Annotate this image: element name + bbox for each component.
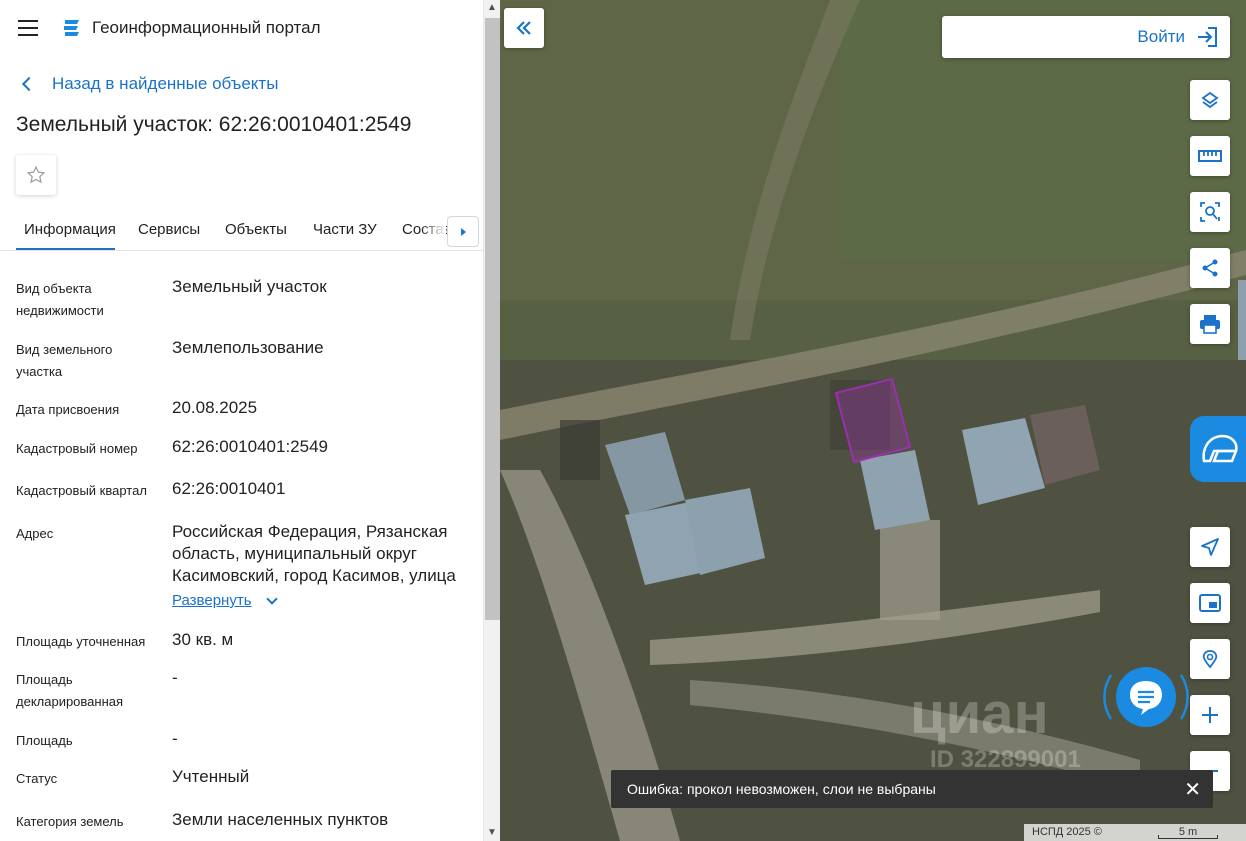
location-arrow-icon xyxy=(1201,538,1219,556)
tab-info[interactable]: Информация xyxy=(24,221,116,238)
field-label: Статус xyxy=(16,771,58,786)
field-value: Учтенный xyxy=(172,767,250,786)
login-icon xyxy=(1198,27,1217,47)
map-attribution: НСПД 2025 © 5 m xyxy=(1024,824,1246,841)
scrollbar-thumb[interactable] xyxy=(485,18,500,620)
attribution-text: НСПД 2025 © xyxy=(1032,826,1102,838)
search-location-icon xyxy=(1202,650,1218,669)
double-chevron-left-icon xyxy=(516,21,531,35)
collapse-panel-button[interactable] xyxy=(504,8,544,48)
field-label: Категория земель xyxy=(16,814,124,829)
share-icon xyxy=(1202,259,1218,277)
area-select-button[interactable] xyxy=(1190,192,1230,232)
search-location-button[interactable] xyxy=(1190,639,1230,679)
field-label: Вид объекта недвижимости xyxy=(16,281,104,318)
ruler-icon xyxy=(1198,150,1222,162)
tab-objects[interactable]: Объекты xyxy=(225,221,287,238)
layers-button[interactable] xyxy=(1190,80,1230,120)
field-value: 62:26:0010401:2549 xyxy=(172,437,328,456)
tabs-scroll-right-button[interactable] xyxy=(447,216,479,247)
field-label: Дата присвоения xyxy=(16,402,120,417)
error-message: Ошибка: прокол невозможен, слои не выбра… xyxy=(627,781,936,797)
navigate-button[interactable] xyxy=(1190,527,1230,567)
field-label: Кадастровый номер xyxy=(16,441,138,456)
error-toast: Ошибка: прокол невозможен, слои не выбра… xyxy=(611,770,1213,808)
share-button[interactable] xyxy=(1190,248,1230,288)
layers-icon xyxy=(1201,91,1219,109)
app-title: Геоинформационный портал xyxy=(92,18,321,37)
portal-logo-icon xyxy=(64,20,79,36)
field-value: Российская Федерация, Рязанская область,… xyxy=(172,521,472,612)
field-label: Вид земельного участка xyxy=(16,342,113,379)
panel-header: Геоинформационный портал xyxy=(0,0,484,56)
menu-icon[interactable] xyxy=(18,20,38,36)
measure-button[interactable] xyxy=(1190,136,1230,176)
field-label: Кадастровый квартал xyxy=(16,483,147,498)
tab-services[interactable]: Сервисы xyxy=(138,221,200,238)
field-label: Площадь xyxy=(16,733,73,748)
scroll-up-icon[interactable]: ▲ xyxy=(484,0,500,16)
field-value: - xyxy=(172,729,178,748)
page-title: Земельный участок: 62:26:0010401:2549 xyxy=(16,113,412,136)
minimap-button[interactable] xyxy=(1190,583,1230,623)
area-select-icon xyxy=(1200,202,1220,222)
field-value: Земельный участок xyxy=(172,277,327,296)
zoom-in-button[interactable] xyxy=(1190,695,1230,735)
zoom-in-icon xyxy=(1202,707,1218,723)
chat-button[interactable] xyxy=(1103,660,1189,734)
star-icon xyxy=(26,165,46,184)
field-row-address: Адрес Российская Федерация, Рязанская об… xyxy=(16,521,476,615)
field-value: 62:26:0010401 xyxy=(172,479,286,498)
back-link-label: Назад в найденные объекты xyxy=(52,74,279,93)
active-tab-indicator xyxy=(16,248,115,250)
tab-parts[interactable]: Части ЗУ xyxy=(313,221,377,238)
chat-icon xyxy=(1103,667,1189,727)
print-icon xyxy=(1200,315,1220,334)
minimap-icon xyxy=(1199,594,1221,612)
info-panel: Геоинформационный портал Назад в найденн… xyxy=(0,0,484,841)
favorite-button[interactable] xyxy=(16,155,56,195)
field-value: Землепользование xyxy=(172,338,324,357)
chevron-down-icon xyxy=(265,593,278,605)
close-icon[interactable]: ✕ xyxy=(1184,777,1201,802)
field-value: Земли населенных пунктов xyxy=(172,810,389,829)
cian-badge xyxy=(1190,416,1246,482)
watermark-text: циан xyxy=(910,681,1049,746)
field-value: 30 кв. м xyxy=(172,630,234,649)
expand-link[interactable]: Развернуть xyxy=(172,590,278,612)
address-text: Российская Федерация, Рязанская область,… xyxy=(172,522,456,585)
scale-bar xyxy=(1158,835,1218,839)
login-button[interactable]: Войти xyxy=(942,16,1230,58)
scroll-down-icon[interactable]: ▼ xyxy=(484,825,500,841)
field-label: Адрес xyxy=(16,526,54,541)
caret-right-icon xyxy=(460,227,466,236)
panel-scrollbar[interactable]: ▲ ▼ xyxy=(483,0,500,841)
back-link[interactable]: Назад в найденные объекты xyxy=(20,74,278,94)
field-label: Площадь декларированная xyxy=(16,672,124,709)
cian-logo-icon xyxy=(1202,434,1238,463)
map-view[interactable]: циан ID 322899001 Войти Ошибка: прокол н… xyxy=(500,0,1246,841)
field-value: 20.08.2025 xyxy=(172,398,258,417)
field-label: Площадь уточненная xyxy=(16,634,146,649)
expand-label: Развернуть xyxy=(172,592,252,609)
print-button[interactable] xyxy=(1190,304,1230,344)
field-value: - xyxy=(172,668,178,687)
chevron-left-icon xyxy=(21,76,37,92)
login-label: Войти xyxy=(1137,27,1185,46)
tab-bar: Информация Сервисы Объекты Части ЗУ Сост… xyxy=(0,210,484,251)
